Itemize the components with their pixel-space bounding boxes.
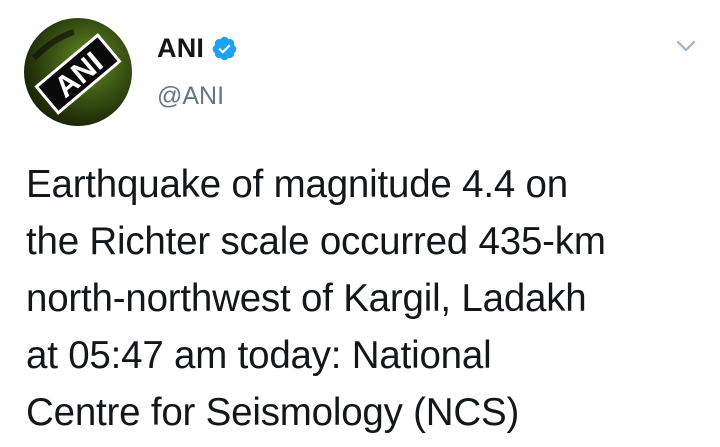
tweet-text: Earthquake of magnitude 4.4 on the Richt…	[26, 156, 706, 441]
tweet-text-line: the Richter scale occurred 435-km	[26, 220, 606, 263]
tweet-card: ANI ANI @ANI Earthquake of magnitude 4.4…	[0, 0, 720, 447]
tweet-text-line: Centre for Seismology (NCS)	[26, 391, 520, 434]
ani-logo-icon: ANI	[31, 29, 122, 115]
author-name-row: ANI	[157, 30, 238, 66]
author-name[interactable]: ANI	[157, 33, 204, 64]
author-avatar[interactable]: ANI	[24, 18, 132, 126]
author-handle[interactable]: @ANI	[157, 82, 224, 111]
tweet-text-line: at 05:47 am today: National	[26, 334, 492, 377]
chevron-down-icon	[676, 40, 696, 52]
tweet-text-line: Earthquake of magnitude 4.4 on	[26, 163, 568, 206]
tweet-menu-button[interactable]	[672, 36, 700, 56]
tweet-text-line: north-northwest of Kargil, Ladakh	[26, 277, 587, 320]
verified-badge-icon	[211, 35, 238, 62]
